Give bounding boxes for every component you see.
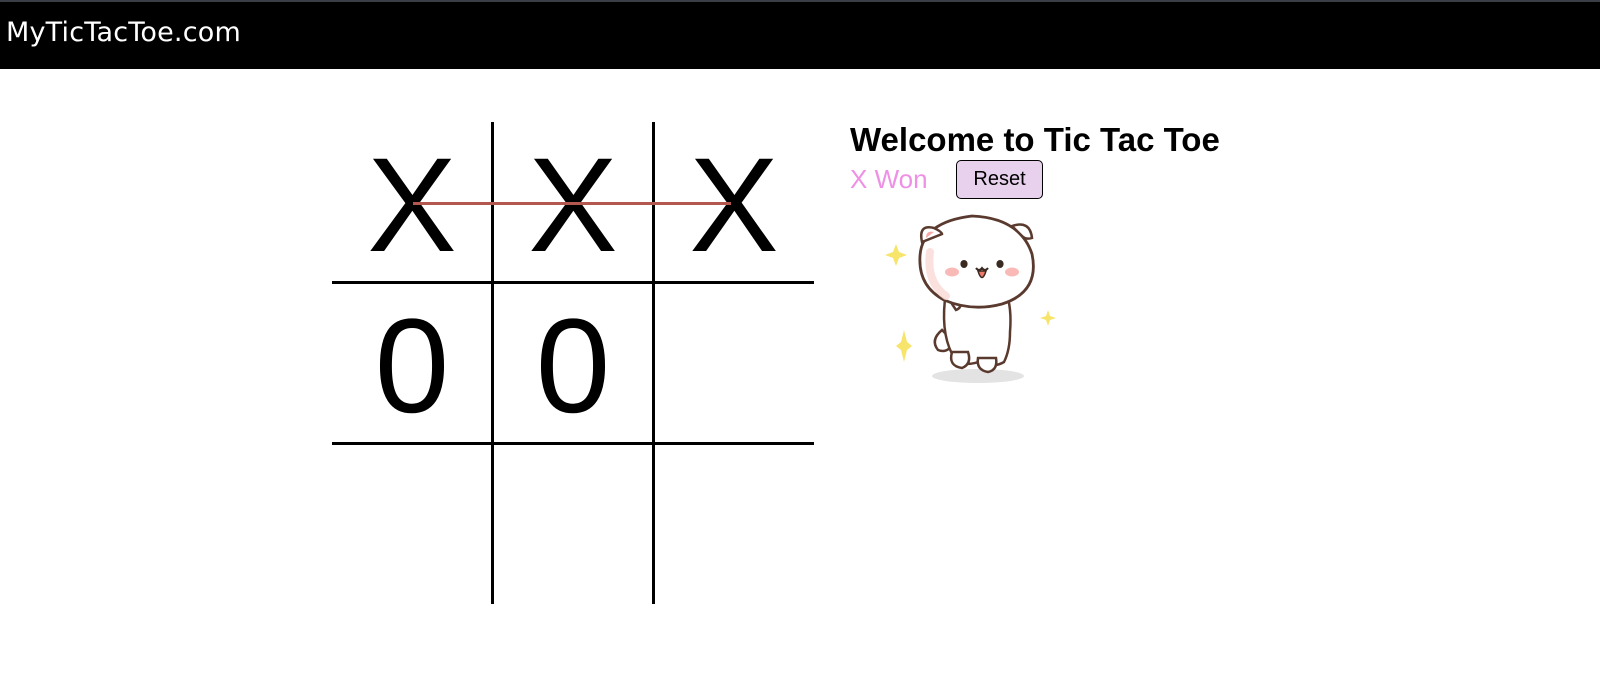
game-board: X X X 0 0 bbox=[332, 122, 814, 604]
board-cell-6[interactable] bbox=[654, 283, 814, 443]
cell-mark: 0 bbox=[374, 292, 450, 441]
grid-line-horizontal bbox=[332, 281, 814, 284]
navbar: MyTicTacToe.com bbox=[0, 2, 1600, 69]
status-row: X Won Reset bbox=[850, 160, 1410, 204]
reset-button[interactable]: Reset bbox=[956, 160, 1043, 199]
cell-mark: X bbox=[367, 131, 457, 280]
board-cell-9[interactable] bbox=[654, 444, 814, 604]
dancing-cat-icon bbox=[882, 212, 1062, 392]
site-brand[interactable]: MyTicTacToe.com bbox=[6, 17, 241, 48]
grid-line-horizontal bbox=[332, 442, 814, 445]
game-panel: Welcome to Tic Tac Toe X Won Reset bbox=[850, 120, 1410, 383]
cell-mark: X bbox=[528, 131, 618, 280]
grid-line-vertical bbox=[491, 122, 494, 604]
board-cell-7[interactable] bbox=[332, 444, 492, 604]
board-cell-4[interactable]: 0 bbox=[332, 283, 492, 443]
board-cell-8[interactable] bbox=[493, 444, 653, 604]
grid-line-vertical bbox=[652, 122, 655, 604]
board-cell-5[interactable]: 0 bbox=[493, 283, 653, 443]
cell-mark: 0 bbox=[535, 292, 611, 441]
cell-mark: X bbox=[689, 131, 779, 280]
page-title: Welcome to Tic Tac Toe bbox=[850, 121, 1220, 158]
game-status: X Won bbox=[850, 164, 928, 194]
winning-strike-line bbox=[413, 202, 731, 205]
